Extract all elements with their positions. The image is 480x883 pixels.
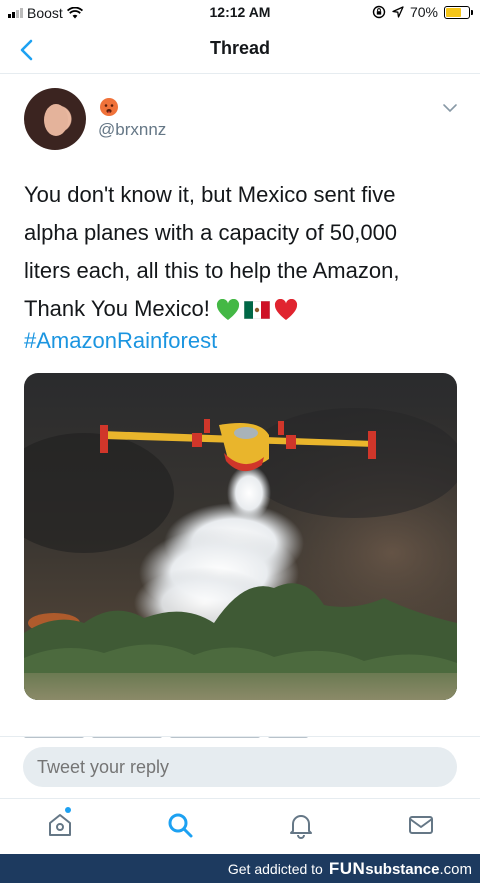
- tweet-emojis: [216, 299, 298, 321]
- tweet-author[interactable]: @brxnnz: [24, 88, 464, 152]
- page-title: Thread: [209, 38, 270, 58]
- red-heart-emoji: [274, 299, 297, 321]
- banner-brand-bold: FUN: [328, 858, 366, 878]
- home-notification-dot: [65, 807, 71, 813]
- banner-brand-suffix: .com: [439, 860, 472, 878]
- reply-area: [0, 736, 480, 798]
- notifications-icon[interactable]: [287, 811, 315, 839]
- tweet-text-line: alpha planes with a capacity of 50,000: [24, 220, 398, 245]
- rotation-lock-icon: [372, 5, 386, 19]
- green-heart-emoji: [216, 299, 239, 321]
- tweet-text-line-last: Thank You Mexico!: [24, 290, 464, 328]
- battery-fill: [446, 7, 462, 17]
- avatar[interactable]: [24, 88, 86, 150]
- chevron-down-icon[interactable]: [442, 100, 458, 116]
- messages-icon[interactable]: [407, 811, 435, 839]
- author-handle[interactable]: @brxnnz: [98, 120, 166, 140]
- search-icon[interactable]: [166, 811, 194, 839]
- status-bar: Boost 12:12 AM 70%: [0, 0, 480, 26]
- tweet-text-line: liters each, all this to help the Amazon…: [24, 258, 400, 283]
- hashtag-link[interactable]: #AmazonRainforest: [24, 328, 217, 354]
- tab-bar: [0, 798, 480, 854]
- firefighting-plane-photo: [24, 373, 457, 700]
- battery-percent: 70%: [409, 4, 438, 20]
- banner-brand: FUNsubstance.com: [329, 859, 472, 879]
- nav-bar: Thread: [0, 26, 480, 74]
- site-banner: Get addicted to FUNsubstance.com: [0, 854, 480, 883]
- banner-brand-rest: substance: [365, 860, 440, 878]
- tweet-text-line: You don't know it, but Mexico sent five: [24, 182, 396, 207]
- hot-face-emoji: [100, 98, 118, 116]
- location-arrow-icon: [392, 6, 404, 18]
- tweet-text-line: Thank You Mexico!: [24, 296, 210, 321]
- tweet-photo[interactable]: [24, 373, 457, 700]
- battery-icon: [444, 5, 473, 19]
- banner-prefix: Get addicted to: [227, 860, 323, 877]
- tweet-text: You don't know it, but Mexico sent five …: [24, 176, 464, 328]
- mexico-flag-emoji: [243, 301, 270, 320]
- reply-input[interactable]: [23, 747, 457, 787]
- status-right: 70%: [372, 4, 473, 20]
- home-icon[interactable]: [46, 811, 74, 839]
